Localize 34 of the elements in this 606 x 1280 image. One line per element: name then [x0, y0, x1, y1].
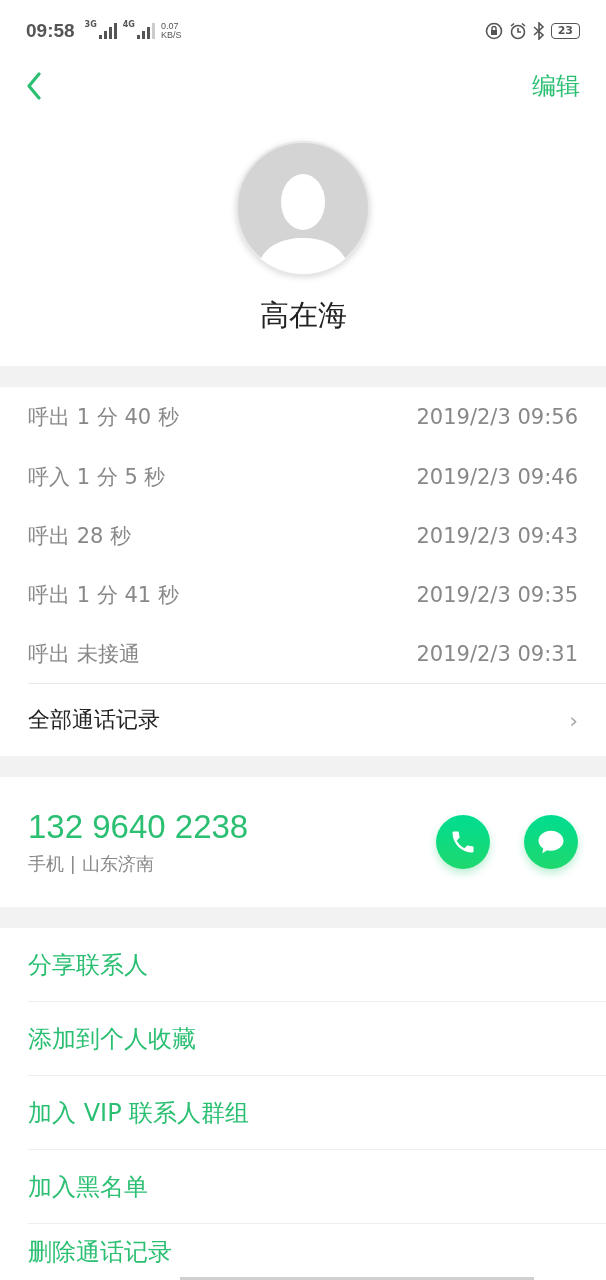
- bluetooth-icon: [532, 22, 545, 40]
- network-label: 3G: [84, 20, 97, 29]
- action-item[interactable]: 添加到个人收藏: [28, 1002, 606, 1076]
- phone-label: 手机 | 山东济南: [28, 852, 155, 876]
- contact-name: 高在海: [259, 297, 347, 334]
- phone-number: 132 9640 2238: [28, 808, 250, 846]
- call-summary: 呼入 1 分 5 秒: [28, 463, 166, 491]
- action-item[interactable]: 删除通话记录: [28, 1224, 606, 1272]
- network-label: 4G: [122, 20, 135, 29]
- call-time: 2019/2/3 09:46: [416, 464, 578, 489]
- speed-value: 0.07: [160, 22, 180, 31]
- call-button[interactable]: [436, 815, 490, 869]
- rotation-lock-icon: [484, 22, 503, 40]
- call-time: 2019/2/3 09:43: [416, 523, 578, 548]
- alarm-icon: [508, 22, 527, 40]
- speed-unit: KB/S: [160, 31, 182, 40]
- call-summary: 呼出 1 分 41 秒: [28, 581, 179, 609]
- battery-icon: 23: [550, 23, 580, 39]
- message-button[interactable]: [524, 815, 578, 869]
- call-time: 2019/2/3 09:31: [416, 641, 578, 666]
- call-time: 2019/2/3 09:35: [416, 582, 578, 607]
- signal-icon: [136, 23, 155, 39]
- call-summary: 呼出 未接通: [28, 640, 140, 668]
- signal-icon: [98, 23, 117, 39]
- call-summary: 呼出 28 秒: [28, 522, 132, 550]
- status-time: 09:58: [26, 20, 75, 42]
- action-item[interactable]: 分享联系人: [28, 928, 606, 1002]
- call-time: 2019/2/3 09:56: [416, 405, 578, 429]
- avatar-icon: [235, 140, 371, 276]
- call-summary: 呼出 1 分 40 秒: [28, 404, 179, 431]
- back-icon[interactable]: [26, 72, 42, 100]
- action-item[interactable]: 加入黑名单: [28, 1150, 606, 1224]
- edit-button[interactable]: 编辑: [532, 70, 580, 102]
- action-item[interactable]: 加入 VIP 联系人群组: [28, 1076, 606, 1150]
